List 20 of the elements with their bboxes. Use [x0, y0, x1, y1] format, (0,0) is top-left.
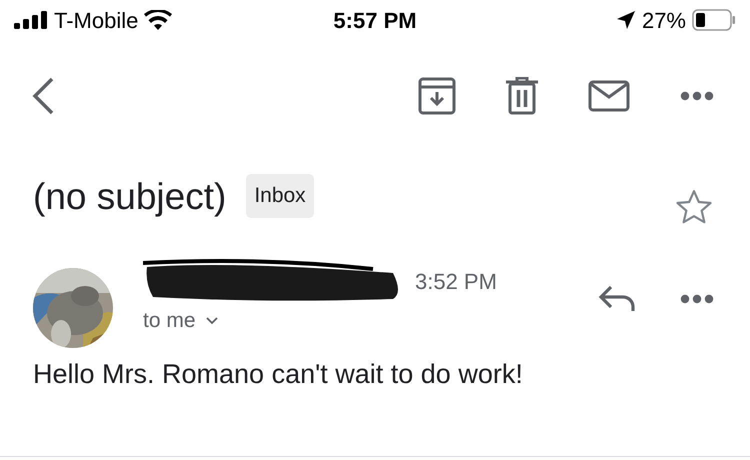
message-body: Hello Mrs. Romano can't wait to do work! [33, 358, 524, 391]
more-icon[interactable] [680, 294, 714, 304]
carrier-name: T-Mobile [54, 6, 138, 34]
chevron-down-icon [206, 316, 218, 325]
clock-time: 5:57 PM [333, 8, 417, 32]
reply-icon[interactable] [598, 285, 636, 313]
sent-time: 3:52 PM [415, 268, 497, 296]
recipient-toggle[interactable]: to me [143, 305, 497, 336]
battery-icon [692, 9, 736, 31]
back-icon [30, 76, 56, 116]
battery-percent: 27% [642, 6, 686, 34]
location-arrow-icon [616, 10, 636, 30]
more-icon[interactable] [680, 91, 714, 101]
inbox-label[interactable]: Inbox [246, 174, 314, 218]
archive-icon[interactable] [418, 77, 456, 115]
mail-icon[interactable] [588, 80, 630, 112]
trash-icon[interactable] [506, 77, 538, 115]
signal-icon [14, 11, 48, 29]
wifi-icon [144, 10, 172, 30]
subject-title: (no subject) [33, 178, 226, 214]
